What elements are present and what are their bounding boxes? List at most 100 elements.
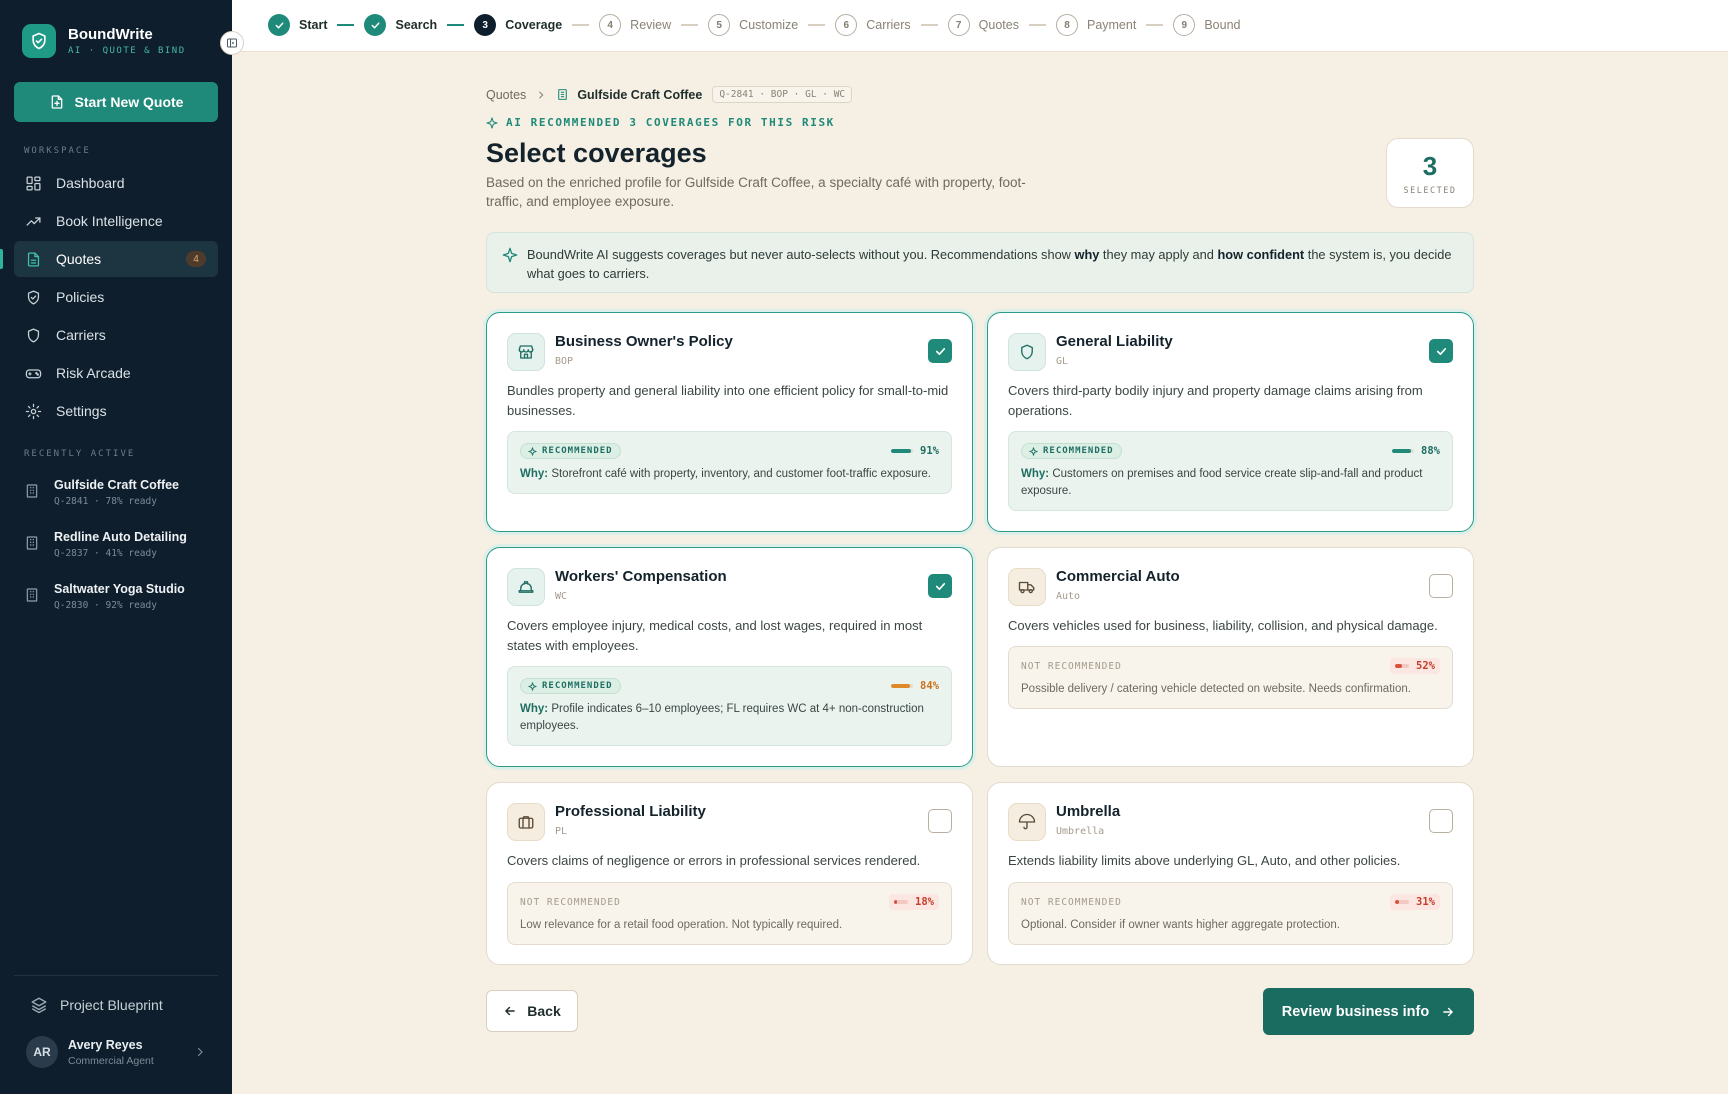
user-profile[interactable]: AR Avery Reyes Commercial Agent — [26, 1036, 206, 1068]
nav-dashboard-label: Dashboard — [56, 175, 125, 191]
recommendation-box: RECOMMENDED 88% Why: Customers on premis… — [1008, 431, 1453, 511]
nav-quotes[interactable]: Quotes 4 — [14, 241, 218, 277]
coverage-checkbox[interactable] — [1429, 809, 1453, 833]
workspace-section-label: WORKSPACE — [24, 146, 91, 156]
breadcrumb-quotes-link[interactable]: Quotes — [486, 88, 526, 102]
recent-quote-name: Redline Auto Detailing — [54, 530, 187, 544]
check-icon — [935, 582, 945, 590]
building-icon — [558, 89, 568, 100]
eyebrow-text: AI RECOMMENDED 3 COVERAGES FOR THIS RISK — [506, 116, 835, 129]
nav-settings[interactable]: Settings — [14, 393, 218, 429]
coverage-code: PL — [555, 826, 568, 837]
step-start[interactable]: Start — [268, 14, 327, 36]
brand[interactable]: BoundWrite AI · QUOTE & BIND — [22, 24, 186, 58]
step-label: Payment — [1086, 18, 1137, 32]
step-coverage[interactable]: 3 Coverage — [474, 14, 562, 36]
check-icon — [935, 347, 945, 355]
why-label: Why: — [520, 468, 549, 480]
coverage-card-auto[interactable]: Commercial Auto Auto Covers vehicles use… — [987, 547, 1474, 767]
nav-carriers[interactable]: Carriers — [14, 317, 218, 353]
sparkle-icon — [502, 247, 518, 263]
confidence-bar — [1392, 449, 1415, 453]
breadcrumb-current: Gulfside Craft Coffee — [577, 87, 703, 102]
sparkle-icon — [486, 116, 498, 129]
coverage-checkbox[interactable] — [928, 574, 952, 598]
nav-book-intelligence[interactable]: Book Intelligence — [14, 203, 218, 239]
nav-carriers-label: Carriers — [56, 327, 106, 343]
step-connector — [572, 24, 590, 26]
user-role: Commercial Agent — [68, 1054, 154, 1067]
nav-risk-arcade[interactable]: Risk Arcade — [14, 355, 218, 391]
review-business-info-button[interactable]: Review business info — [1263, 988, 1474, 1035]
why-text: Storefront café with property, inventory… — [551, 468, 931, 480]
step-label: Review — [630, 18, 672, 32]
brand-tagline: AI · QUOTE & BIND — [68, 46, 186, 56]
confidence-indicator: 18% — [889, 894, 939, 910]
nav-policies[interactable]: Policies — [14, 279, 218, 315]
coverage-checkbox[interactable] — [1429, 574, 1453, 598]
confidence-value: 52% — [1416, 660, 1435, 672]
page-title: Select coverages — [486, 138, 707, 168]
collapse-sidebar-button[interactable] — [220, 31, 244, 55]
nav-settings-label: Settings — [56, 403, 107, 419]
step-connector — [920, 24, 938, 26]
project-blueprint-link[interactable]: Project Blueprint — [30, 996, 163, 1014]
nav-dashboard[interactable]: Dashboard — [14, 165, 218, 201]
notice-bold-why: why — [1074, 247, 1100, 262]
step-payment[interactable]: 8 Payment — [1055, 14, 1137, 36]
coverage-description: Covers claims of negligence or errors in… — [507, 853, 921, 868]
chevron-right-icon — [197, 1047, 203, 1057]
coverage-card-bop[interactable]: Business Owner's Policy BOP Bundles prop… — [486, 312, 973, 532]
step-bound[interactable]: 9 Bound — [1173, 14, 1240, 36]
step-review[interactable]: 4 Review — [599, 14, 671, 36]
step-customize[interactable]: 5 Customize — [708, 14, 798, 36]
recommended-badge-label: RECOMMENDED — [542, 681, 613, 691]
sidebar-divider — [14, 975, 218, 976]
confidence-bar — [1395, 900, 1410, 904]
coverage-checkbox[interactable] — [928, 339, 952, 363]
truck-icon — [1008, 568, 1046, 606]
confidence-indicator: 84% — [891, 680, 939, 692]
coverage-code: BOP — [555, 356, 574, 367]
coverage-card-pl[interactable]: Professional Liability PL Covers claims … — [486, 782, 973, 965]
brand-name: BoundWrite — [68, 26, 153, 43]
not-recommended-label: NOT RECOMMENDED — [520, 896, 621, 908]
recently-active-section-label: RECENTLY ACTIVE — [24, 449, 136, 459]
confidence-value: 88% — [1421, 445, 1440, 457]
why-text: Profile indicates 6–10 employees; FL req… — [520, 703, 924, 732]
sparkle-icon — [1029, 446, 1038, 456]
step-quotes[interactable]: 7 Quotes — [947, 14, 1019, 36]
avatar: AR — [26, 1036, 58, 1068]
sidebar-toggle-icon — [227, 38, 237, 48]
step-number: 3 — [474, 14, 497, 36]
recent-quote-redline[interactable]: Redline Auto Detailing Q-2837 · 41% read… — [24, 530, 187, 559]
coverage-checkbox[interactable] — [928, 809, 952, 833]
recommendation-box: RECOMMENDED 84% Why: Profile indicates 6… — [507, 666, 952, 746]
back-button[interactable]: Back — [486, 990, 578, 1032]
confidence-value: 31% — [1416, 896, 1435, 908]
recent-quote-saltwater[interactable]: Saltwater Yoga Studio Q-2830 · 92% ready — [24, 582, 185, 611]
confidence-value: 84% — [920, 680, 939, 692]
confidence-bar — [1395, 664, 1410, 668]
confidence-bar-fill — [1392, 449, 1412, 453]
selected-count: 3 — [1422, 150, 1438, 181]
step-label: Quotes — [978, 18, 1019, 32]
nav-book-intelligence-label: Book Intelligence — [56, 213, 163, 229]
coverage-card-wc[interactable]: Workers' Compensation WC Covers employee… — [486, 547, 973, 767]
quotes-count-badge: 4 — [186, 251, 206, 267]
step-number: 8 — [1055, 14, 1078, 36]
start-new-quote-button[interactable]: Start New Quote — [14, 82, 218, 122]
sidebar: BoundWrite AI · QUOTE & BIND Start New Q… — [0, 0, 232, 1094]
step-search[interactable]: Search — [364, 14, 437, 36]
step-carriers[interactable]: 6 Carriers — [835, 14, 911, 36]
confidence-value: 91% — [920, 445, 939, 457]
confidence-indicator: 91% — [891, 445, 939, 457]
gear-icon — [25, 403, 42, 419]
coverage-card-umbrella[interactable]: Umbrella Umbrella Extends liability limi… — [987, 782, 1474, 965]
recommendation-reason: Why: Customers on premises and food serv… — [1021, 466, 1440, 500]
coverage-checkbox[interactable] — [1429, 339, 1453, 363]
recent-quote-gulfside[interactable]: Gulfside Craft Coffee Q-2841 · 78% ready — [24, 478, 179, 507]
step-label: Bound — [1204, 18, 1241, 32]
recent-quote-name: Saltwater Yoga Studio — [54, 582, 185, 596]
coverage-card-gl[interactable]: General Liability GL Covers third-party … — [987, 312, 1474, 532]
